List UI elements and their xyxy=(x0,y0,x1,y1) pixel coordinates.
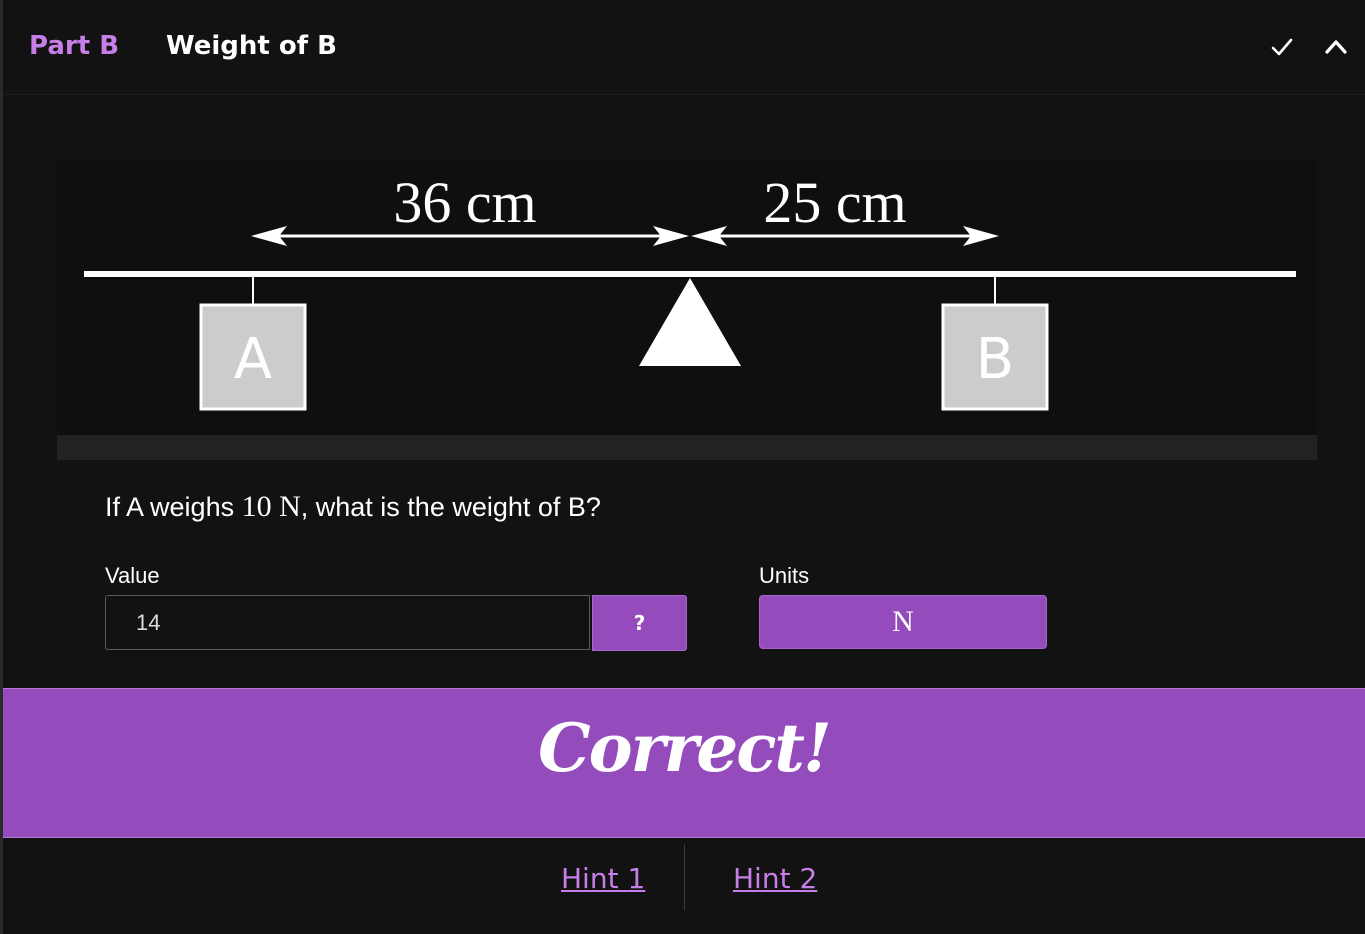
question-quantity: 10 N xyxy=(241,490,301,523)
units-label: Units xyxy=(759,563,810,588)
mass-b-label: B xyxy=(976,327,1014,392)
mass-a-label: A xyxy=(234,327,272,392)
lever-diagram-svg: 36 cm 25 cm A B xyxy=(84,170,1296,411)
question-prefix: If A weighs xyxy=(105,492,242,522)
hint-1-link[interactable]: Hint 1 xyxy=(561,862,645,895)
check-icon xyxy=(1271,38,1293,56)
lever-beam xyxy=(84,271,1296,277)
fulcrum xyxy=(639,278,741,366)
hints-bar: Hint 1 Hint 2 xyxy=(3,838,1365,934)
value-label: Value xyxy=(105,563,160,588)
diagram-footer xyxy=(57,435,1317,460)
units-select[interactable]: N xyxy=(759,595,1047,649)
right-distance-label: 25 cm xyxy=(763,170,906,235)
question-page: Part B Weight of B 36 cm 25 cm A B If A … xyxy=(0,0,1365,934)
question-text: If A weighs 10 N, what is the weight of … xyxy=(105,490,601,524)
part-label: Part B xyxy=(29,31,120,61)
chevron-up-icon[interactable] xyxy=(1323,34,1349,60)
value-input[interactable] xyxy=(106,596,589,649)
hint-divider xyxy=(684,844,685,910)
lever-diagram: 36 cm 25 cm A B xyxy=(57,160,1317,460)
value-field[interactable] xyxy=(105,595,590,650)
hint-2-link[interactable]: Hint 2 xyxy=(733,862,817,895)
question-suffix: , what is the weight of B? xyxy=(300,492,601,522)
part-title: Weight of B xyxy=(166,31,337,61)
correct-message: Correct! xyxy=(538,709,832,787)
help-button[interactable]: ? xyxy=(592,595,687,651)
left-distance-label: 36 cm xyxy=(393,170,536,235)
correct-banner: Correct! xyxy=(3,688,1365,838)
part-header[interactable]: Part B Weight of B xyxy=(3,0,1365,95)
